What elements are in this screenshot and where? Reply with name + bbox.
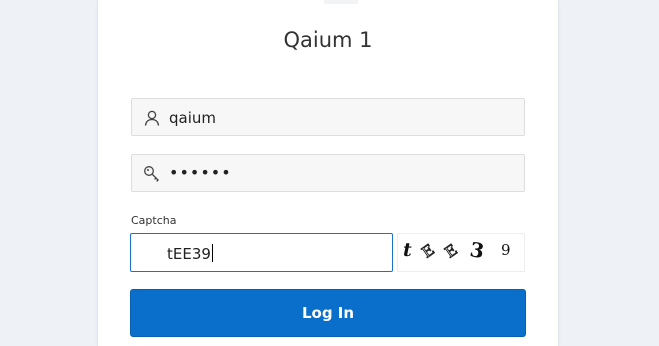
captcha-char: 3 <box>468 237 486 263</box>
captcha-char: 9 <box>501 241 511 259</box>
captcha-char: t <box>403 239 412 261</box>
password-value: •••••• <box>169 163 232 182</box>
captcha-image[interactable]: tEE39 <box>397 233 525 272</box>
captcha-label: Captcha <box>131 214 177 227</box>
page-title: Qaium 1 <box>283 28 373 52</box>
captcha-glyphs: tEE39 <box>403 237 511 263</box>
captcha-input[interactable]: tEE39 <box>130 233 393 272</box>
password-field[interactable]: •••••• <box>131 154 525 192</box>
key-icon <box>143 165 161 183</box>
username-value: qaium <box>169 109 216 127</box>
login-card: Qaium 1 qaium •••••• Captcha tEE39 tEE39… <box>97 0 559 346</box>
logo-image <box>324 0 358 4</box>
user-icon <box>143 109 161 127</box>
text-caret <box>211 244 213 262</box>
captcha-typed-text: tEE39 <box>167 245 211 263</box>
captcha-char: E <box>418 241 437 262</box>
login-button[interactable]: Log In <box>130 289 526 337</box>
captcha-value: tEE39 <box>167 244 213 263</box>
captcha-char: E <box>441 241 460 262</box>
username-field[interactable]: qaium <box>131 98 525 136</box>
